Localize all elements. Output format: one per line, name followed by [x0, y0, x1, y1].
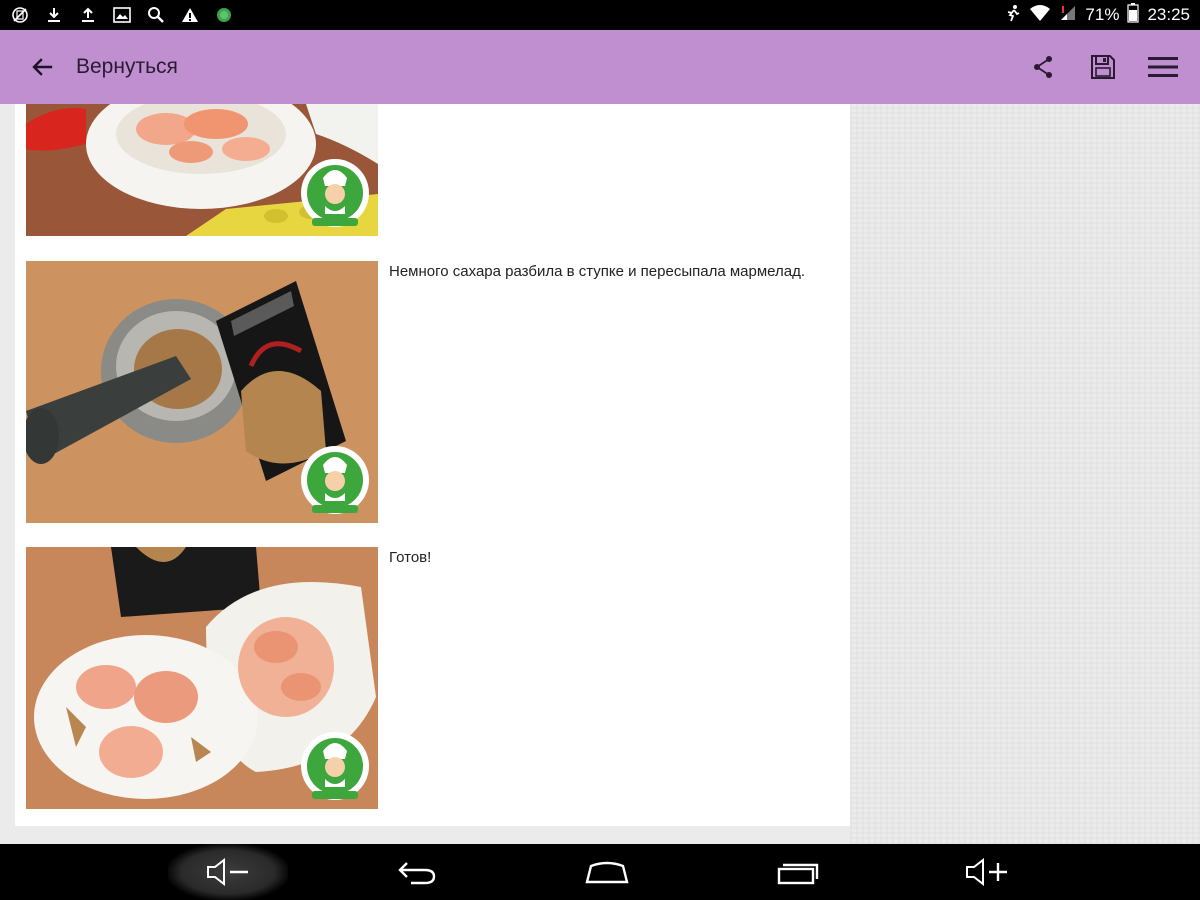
volume-down-button[interactable]	[168, 844, 288, 900]
back-icon	[398, 862, 436, 885]
app-bar-actions	[1026, 50, 1180, 84]
step-photo[interactable]	[26, 261, 378, 523]
volume-down-icon	[207, 858, 248, 886]
back-nav-button[interactable]	[357, 844, 477, 900]
volume-up-button[interactable]	[927, 844, 1047, 900]
battery-percent: 71%	[1085, 5, 1120, 24]
system-status: 71% 23:25	[1005, 2, 1200, 28]
volume-up-icon	[966, 858, 1007, 886]
step-text: Готов!	[389, 549, 432, 566]
save-icon	[1091, 55, 1115, 79]
back-label[interactable]: Вернуться	[76, 55, 178, 79]
home-nav-button[interactable]	[547, 844, 667, 900]
system-navigation-bar	[0, 844, 1200, 900]
signal-icon	[1059, 4, 1077, 27]
upload-icon	[78, 5, 98, 25]
image-icon	[112, 5, 132, 25]
battery-icon	[1127, 2, 1140, 28]
search-icon	[146, 5, 166, 25]
step-photo[interactable]	[26, 104, 378, 236]
watermark-logo	[298, 729, 372, 803]
running-icon	[1005, 4, 1021, 27]
arrow-left-icon	[32, 58, 53, 76]
recents-nav-button[interactable]	[738, 844, 858, 900]
step-photo[interactable]	[26, 547, 378, 809]
save-button[interactable]	[1086, 50, 1120, 84]
android-bug-icon	[214, 5, 234, 25]
notification-icons	[0, 5, 234, 25]
watermark-logo	[298, 443, 372, 517]
download-icon	[44, 5, 64, 25]
recents-icon	[777, 863, 819, 885]
app-bar: Вернуться	[0, 30, 1200, 104]
no-sim-icon	[10, 5, 30, 25]
menu-button[interactable]	[1146, 50, 1180, 84]
warning-icon	[180, 5, 200, 25]
background-texture	[850, 104, 1200, 844]
step-text: Немного сахара разбила в ступке и пересы…	[389, 263, 806, 280]
recipe-steps-card: Немного сахара разбила в ступке и пересы…	[15, 104, 850, 826]
watermark-logo	[298, 156, 372, 230]
back-button[interactable]	[24, 49, 60, 85]
share-button[interactable]	[1026, 50, 1060, 84]
status-bar: 71% 23:25	[0, 0, 1200, 30]
wifi-icon	[1029, 4, 1051, 27]
share-icon	[1034, 56, 1052, 78]
clock: 23:25	[1147, 5, 1190, 24]
menu-icon	[1148, 57, 1178, 77]
home-icon	[585, 861, 629, 884]
